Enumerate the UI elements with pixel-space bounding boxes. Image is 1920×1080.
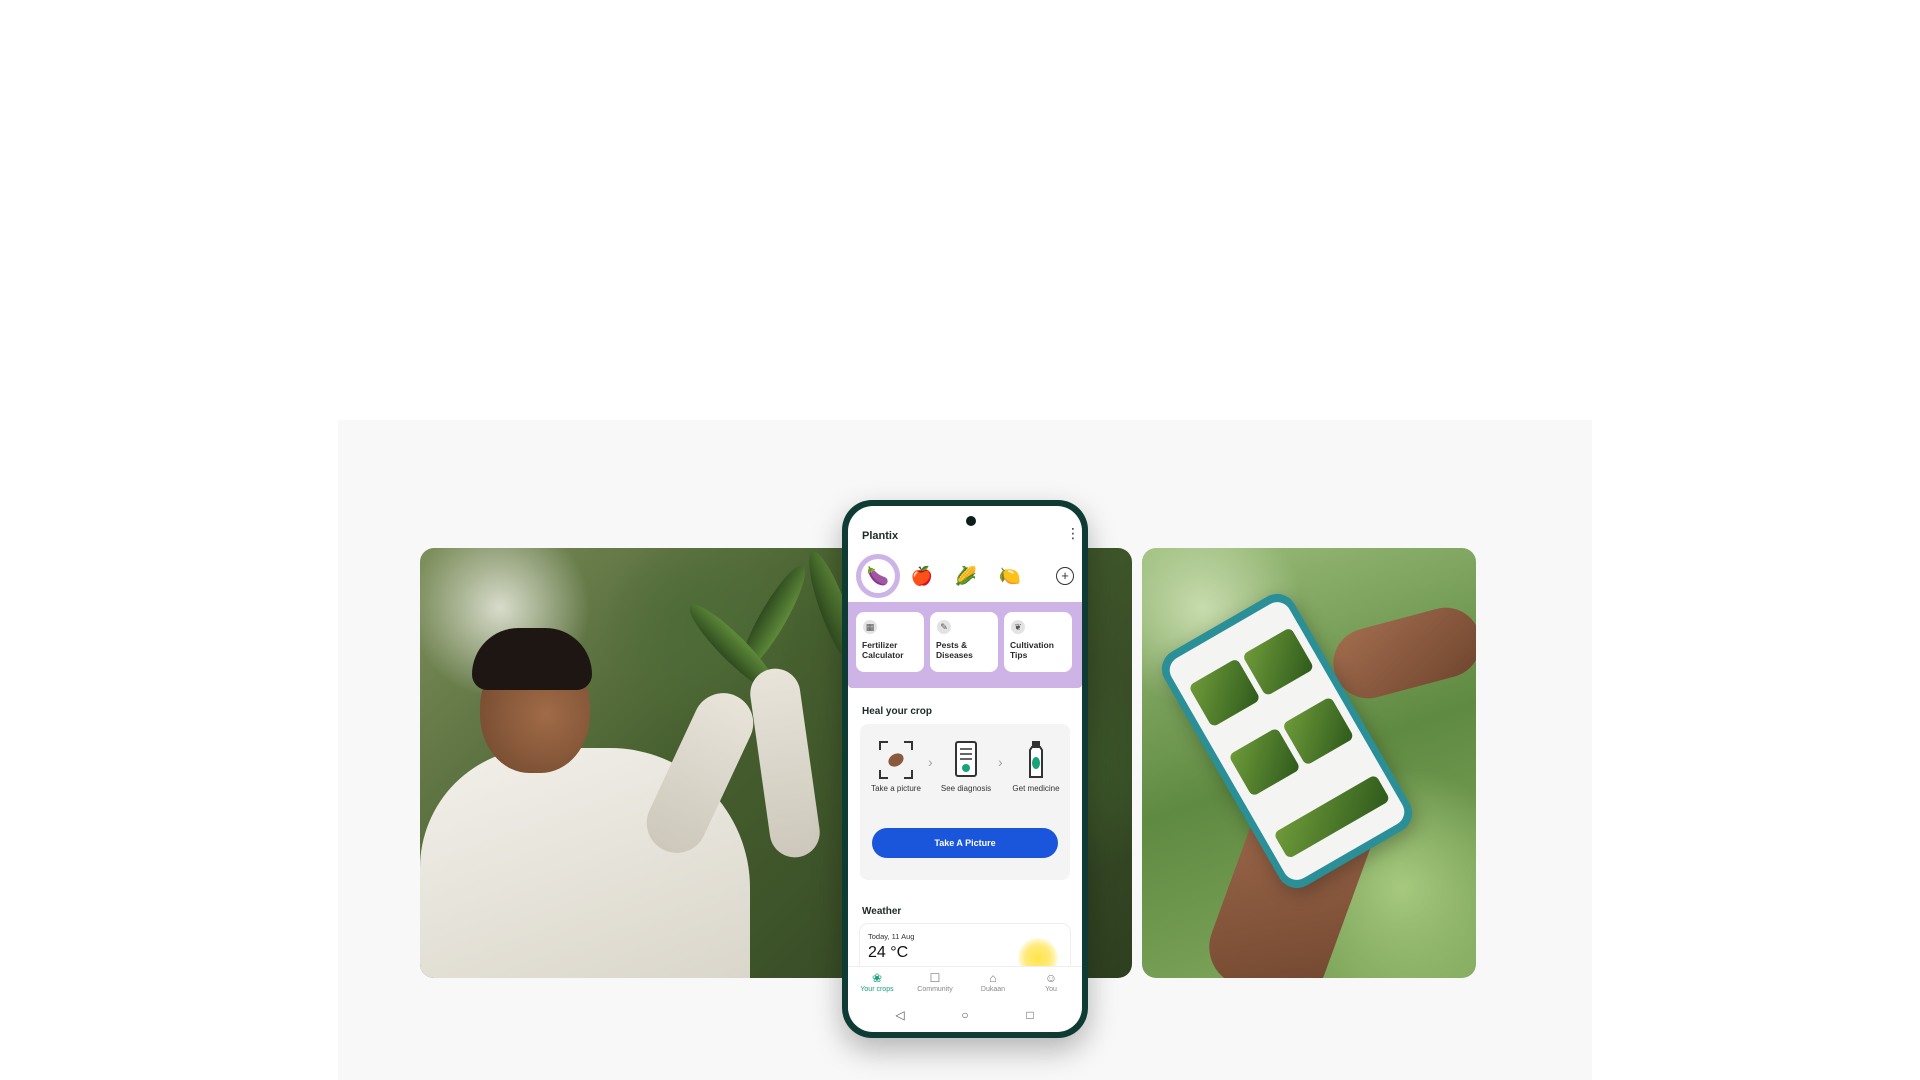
tools-band: ▦ Fertilizer Calculator ✎ Pests & Diseas…: [848, 602, 1082, 688]
sprout-icon: ❀: [871, 971, 883, 985]
crop-corn[interactable]: 🌽: [944, 554, 988, 598]
eggplant-icon: 🍆: [866, 565, 890, 586]
shop-icon: ⌂: [989, 971, 997, 985]
bottle-icon: [1018, 740, 1054, 780]
bug-icon: ✎: [937, 620, 951, 634]
nav-label: Dukaan: [980, 986, 1006, 993]
person-hair: [472, 628, 592, 690]
step-get-medicine: Get medicine: [1008, 740, 1064, 794]
community-icon: ☐: [929, 971, 941, 985]
step-see-diagnosis: See diagnosis: [938, 740, 994, 794]
lemon-icon: 🍋: [998, 565, 1022, 586]
bottom-navigation: ❀ Your crops ☐ Community ⌂ Dukaan ☺ You: [848, 966, 1082, 1003]
crop-apple[interactable]: 🍎: [900, 554, 944, 598]
chevron-right-icon: ›: [928, 754, 933, 770]
apple-icon: 🍎: [910, 565, 934, 586]
tool-cultivation-tips[interactable]: ❦ Cultivation Tips: [1004, 612, 1072, 672]
hand-phone-photo: [1142, 548, 1476, 978]
tool-label: Pests & Diseases: [936, 640, 973, 660]
hand-shape: [1325, 599, 1476, 707]
nav-label: Your crops: [860, 986, 894, 993]
plant-icon: ❦: [1011, 620, 1025, 634]
document-check-icon: [948, 740, 984, 780]
nav-label: Community: [917, 986, 953, 993]
take-picture-button[interactable]: Take A Picture: [872, 828, 1058, 858]
app-header: Plantix ⋮: [862, 526, 1080, 546]
app-title: Plantix: [862, 530, 899, 542]
add-crop-icon[interactable]: +: [1056, 567, 1074, 585]
nav-you[interactable]: ☺ You: [1022, 971, 1080, 995]
crop-selector: 🍆 🍎 🌽 🍋 +: [848, 554, 1082, 602]
crop-eggplant[interactable]: 🍆: [856, 554, 900, 598]
profile-icon: ☺: [1044, 971, 1058, 985]
back-icon[interactable]: ◁: [890, 1008, 910, 1022]
corn-icon: 🌽: [954, 565, 978, 586]
phone-screen: Plantix ⋮ 🍆 🍎 🌽 🍋 + ▦ Fertilizer Calcula…: [848, 506, 1082, 1032]
recents-icon[interactable]: □: [1020, 1008, 1040, 1022]
phone-mockup: Plantix ⋮ 🍆 🍎 🌽 🍋 + ▦ Fertilizer Calcula…: [842, 500, 1088, 1038]
chevron-right-icon: ›: [998, 754, 1003, 770]
tool-label: Fertilizer Calculator: [862, 640, 904, 660]
calculator-icon: ▦: [863, 620, 877, 634]
tool-fertilizer-calculator[interactable]: ▦ Fertilizer Calculator: [856, 612, 924, 672]
nav-community[interactable]: ☐ Community: [906, 971, 964, 995]
camera-dot: [966, 516, 976, 526]
step-label: See diagnosis: [940, 784, 992, 793]
nav-label: You: [1045, 986, 1057, 993]
weather-date: Today, 11 Aug: [868, 932, 915, 941]
weather-temperature: 24 °C: [868, 944, 909, 961]
nav-your-crops[interactable]: ❀ Your crops: [848, 971, 906, 995]
step-label: Get medicine: [1012, 784, 1060, 793]
more-vertical-icon[interactable]: ⋮: [1066, 526, 1080, 542]
system-navigation: ◁ ○ □: [848, 1004, 1082, 1030]
tool-label: Cultivation Tips: [1010, 640, 1054, 660]
camera-scan-icon: [878, 740, 914, 780]
step-take-picture: Take a picture: [868, 740, 924, 794]
heal-card: Take a picture › See diagnosis › Get med…: [860, 724, 1070, 880]
weather-title: Weather: [862, 906, 902, 917]
tool-pests-diseases[interactable]: ✎ Pests & Diseases: [930, 612, 998, 672]
home-icon[interactable]: ○: [955, 1008, 975, 1022]
leaf-thumbnail: [1273, 774, 1391, 860]
step-label: Take a picture: [871, 784, 921, 793]
crop-lemon[interactable]: 🍋: [988, 554, 1032, 598]
nav-dukaan[interactable]: ⌂ Dukaan: [964, 971, 1022, 995]
heal-title: Heal your crop: [862, 706, 933, 717]
person-arm: [747, 665, 823, 861]
